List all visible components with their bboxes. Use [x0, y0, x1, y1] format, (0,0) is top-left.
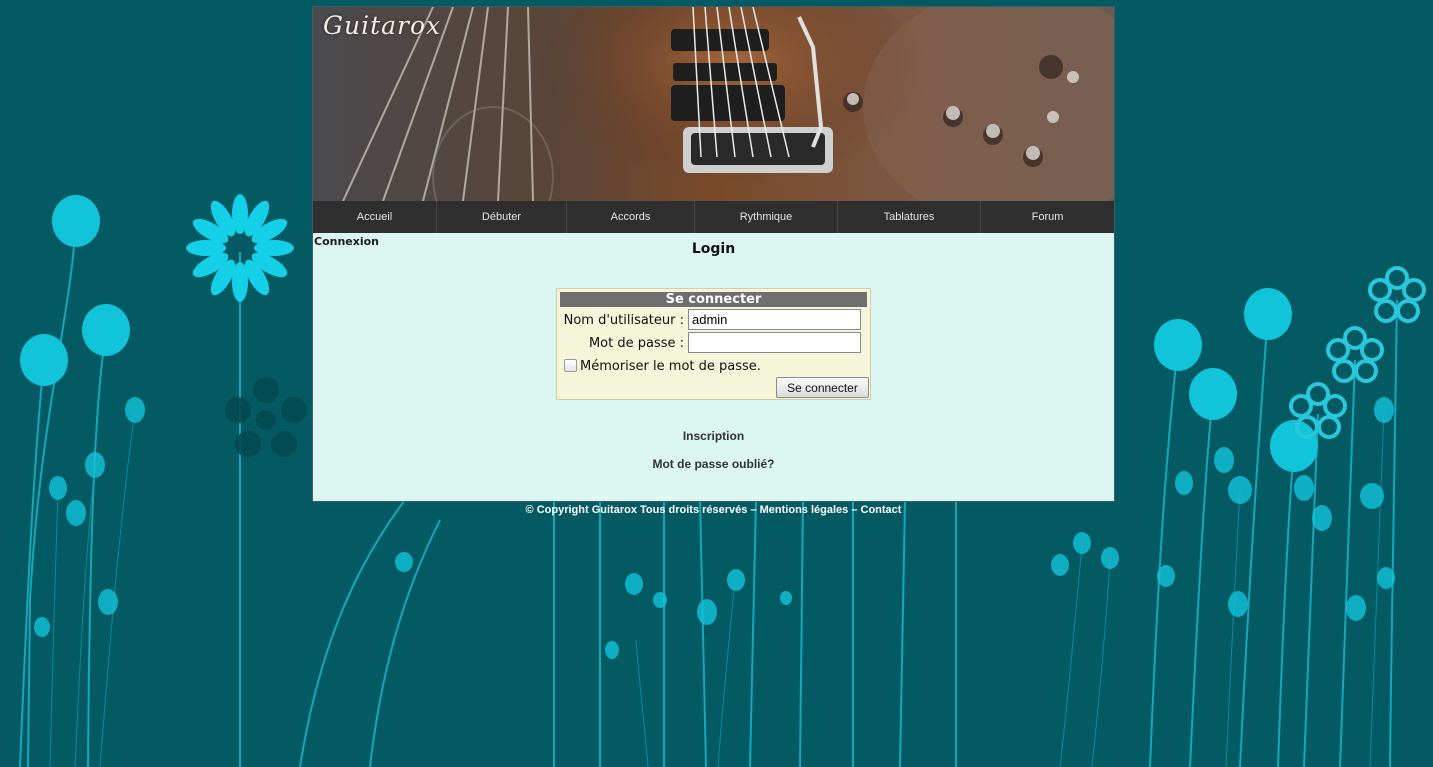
password-label: Mot de passe : — [588, 336, 684, 351]
footer-contact-link[interactable]: Contact — [861, 504, 902, 516]
page-title: Login — [691, 241, 736, 257]
page-container: Guitarox Accueil Débuter Accords Rythmiq… — [312, 6, 1115, 502]
footer-separator: – — [747, 504, 760, 516]
remember-label[interactable]: Mémoriser le mot de passe. — [580, 359, 761, 374]
nav-item-forum[interactable]: Forum — [981, 201, 1114, 233]
nav-item-tablatures[interactable]: Tablatures — [838, 201, 981, 233]
username-input[interactable] — [688, 309, 861, 330]
nav-item-accords[interactable]: Accords — [567, 201, 695, 233]
password-input[interactable] — [688, 332, 861, 353]
main-nav: Accueil Débuter Accords Rythmique Tablat… — [313, 201, 1114, 233]
remember-checkbox[interactable] — [564, 359, 577, 372]
nav-item-debuter[interactable]: Débuter — [437, 201, 567, 233]
login-submit-button[interactable]: Se connecter — [776, 377, 869, 398]
site-title[interactable]: Guitarox — [323, 11, 441, 40]
login-form-header: Se connecter — [560, 292, 867, 307]
nav-item-accueil[interactable]: Accueil — [313, 201, 437, 233]
footer-separator: – — [848, 504, 861, 516]
footer: © Copyright Guitarox Tous droits réservé… — [312, 504, 1115, 516]
header-banner: Guitarox — [313, 7, 1114, 201]
inscription-link[interactable]: Inscription — [313, 429, 1114, 443]
login-form: Se connecter Nom d'utilisateur : Mot de … — [556, 288, 871, 400]
forgot-password-link[interactable]: Mot de passe oublié? — [313, 457, 1114, 471]
footer-copyright: © Copyright Guitarox Tous droits réservé… — [525, 504, 748, 516]
username-label: Nom d'utilisateur : — [563, 313, 684, 328]
nav-item-rythmique[interactable]: Rythmique — [695, 201, 838, 233]
footer-legal-link[interactable]: Mentions légales — [760, 504, 849, 516]
